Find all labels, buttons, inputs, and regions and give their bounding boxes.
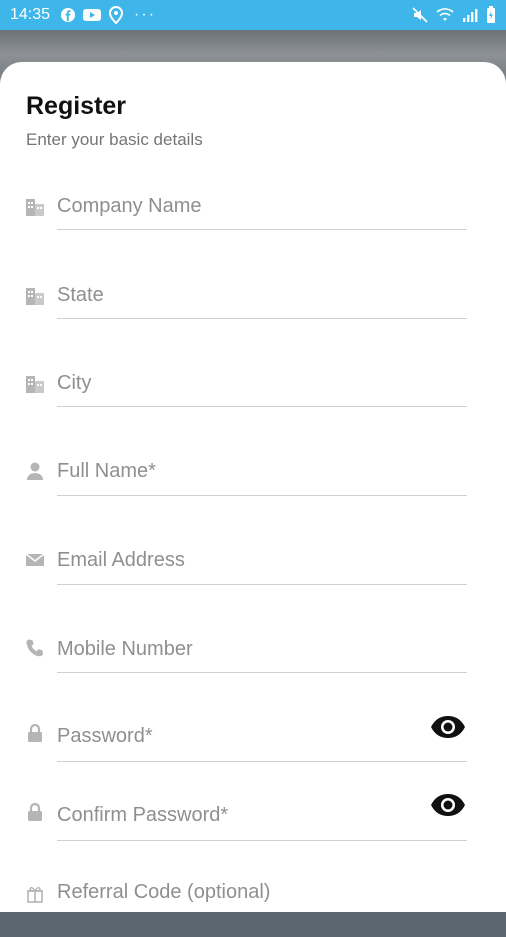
building-icon: [26, 199, 44, 216]
building-icon: [26, 288, 44, 305]
mobile-number-underline: [57, 672, 467, 673]
facebook-icon: [61, 8, 76, 22]
envelope-icon: [25, 553, 45, 566]
full-name-underline: [57, 495, 467, 496]
lock-icon: [28, 723, 42, 742]
mute-icon: [412, 7, 428, 23]
company-name-placeholder: Company Name: [57, 195, 202, 217]
lock-icon: [28, 802, 42, 821]
state-field[interactable]: State: [0, 277, 506, 337]
city-placeholder: City: [57, 372, 92, 394]
phone-icon: [26, 639, 43, 657]
referral-code-placeholder: Referral Code (optional): [57, 881, 271, 903]
register-sheet: Register Enter your basic details Compan…: [0, 62, 506, 912]
maps-icon: [109, 6, 124, 24]
state-placeholder: State: [57, 284, 104, 306]
gift-icon: [27, 887, 43, 903]
company-name-underline: [57, 229, 467, 230]
email-field[interactable]: Email Address: [0, 544, 506, 604]
password-placeholder: Password*: [57, 725, 153, 747]
referral-code-field[interactable]: Referral Code (optional): [0, 877, 506, 937]
confirm-password-underline: [57, 840, 467, 841]
status-overflow: ···: [134, 6, 157, 23]
confirm-password-placeholder: Confirm Password*: [57, 804, 229, 826]
city-underline: [57, 406, 467, 407]
mobile-number-field[interactable]: Mobile Number: [0, 633, 506, 693]
page-subtitle: Enter your basic details: [26, 130, 203, 149]
youtube-icon: [83, 9, 102, 21]
status-left-icons: [60, 6, 124, 24]
full-name-placeholder: Full Name*: [57, 460, 156, 482]
full-name-field[interactable]: Full Name*: [0, 455, 506, 515]
password-field[interactable]: Password*: [0, 715, 506, 777]
status-bar: 14:35 ···: [0, 0, 506, 30]
confirm-password-field[interactable]: Confirm Password*: [0, 793, 506, 856]
page-title: Register: [26, 92, 127, 120]
status-right-icons: [412, 6, 496, 24]
person-icon: [27, 462, 43, 480]
password-underline: [57, 761, 467, 762]
battery-icon: [487, 6, 495, 23]
eye-icon[interactable]: [430, 715, 466, 739]
mobile-number-placeholder: Mobile Number: [57, 638, 193, 660]
status-time: 14:35: [10, 6, 51, 23]
company-name-field[interactable]: Company Name: [0, 188, 506, 248]
email-placeholder: Email Address: [57, 549, 185, 571]
state-underline: [57, 318, 467, 319]
building-icon: [26, 376, 44, 393]
signal-icon: [463, 9, 478, 22]
eye-icon[interactable]: [430, 793, 466, 817]
email-underline: [57, 584, 467, 585]
wifi-icon: [436, 8, 454, 21]
city-field[interactable]: City: [0, 366, 506, 426]
